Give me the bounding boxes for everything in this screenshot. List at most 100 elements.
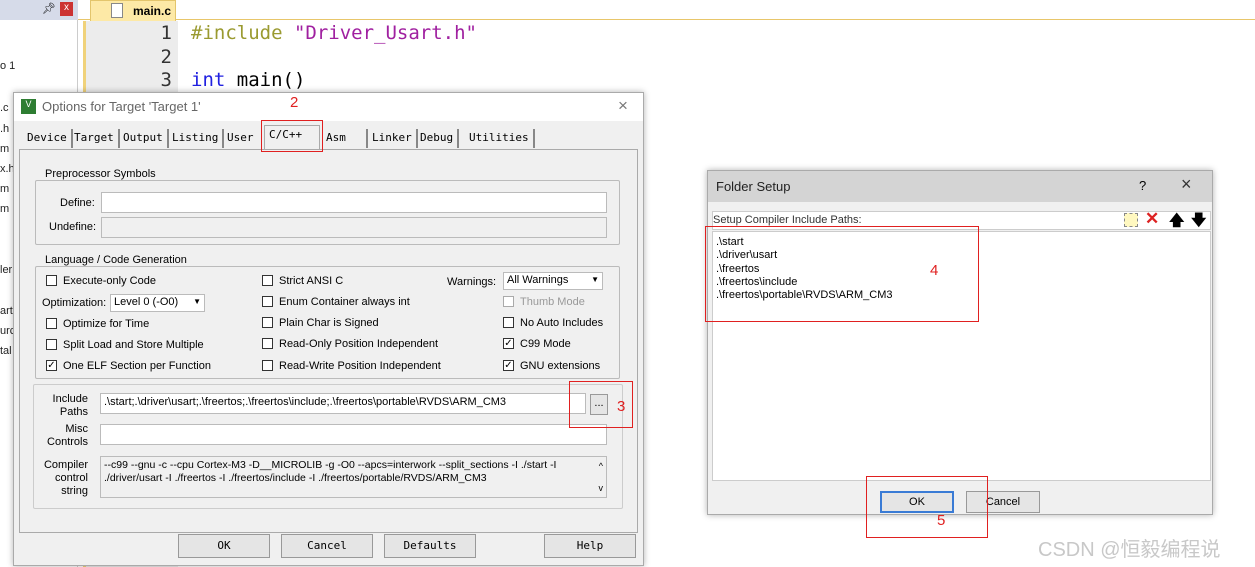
include-paths-input[interactable]: .\start;.\driver\usart;.\freertos;.\free…	[100, 393, 586, 414]
thumb-mode-checkbox	[503, 296, 514, 307]
code-text: main()	[225, 69, 306, 91]
scroll-down-icon[interactable]: v	[599, 482, 604, 495]
tab-listing[interactable]: Listing	[168, 129, 225, 148]
close-icon[interactable]: ×	[1181, 174, 1192, 195]
scroll-up-icon[interactable]: ^	[599, 460, 603, 473]
close-icon[interactable]: ×	[618, 96, 628, 116]
project-item[interactable]: o 1	[0, 60, 15, 72]
folder-list-label: Setup Compiler Include Paths:	[713, 214, 862, 226]
project-item[interactable]: ler	[0, 264, 12, 276]
code-line: int main()	[191, 69, 305, 91]
plain-char-label: Plain Char is Signed	[279, 317, 379, 329]
enum-container-label: Enum Container always int	[279, 296, 410, 308]
rw-pi-label: Read-Write Position Independent	[279, 360, 441, 372]
optimization-value: Level 0 (-O0)	[114, 296, 179, 308]
tab-linker[interactable]: Linker	[368, 129, 418, 148]
one-elf-label: One ELF Section per Function	[63, 360, 211, 372]
defaults-button[interactable]: Defaults	[384, 534, 476, 558]
tab-utilities[interactable]: Utilities	[465, 129, 535, 148]
split-load-label: Split Load and Store Multiple	[63, 339, 204, 351]
optimize-time-checkbox[interactable]	[46, 318, 57, 329]
tab-user[interactable]: User	[223, 129, 258, 148]
tab-target[interactable]: Target	[70, 129, 120, 148]
ccs-line: ./driver/usart -I ./freertos -I ./freert…	[104, 472, 487, 484]
execute-only-checkbox[interactable]	[46, 275, 57, 286]
define-label: Define:	[60, 197, 95, 209]
ccs-label-line: control	[54, 472, 88, 484]
gnu-extensions-checkbox[interactable]: ✓	[503, 360, 514, 371]
help-icon[interactable]: ?	[1139, 178, 1146, 193]
project-item[interactable]: .c	[0, 102, 9, 114]
enum-container-checkbox[interactable]	[262, 296, 273, 307]
editor-tab-label: main.c	[133, 4, 172, 18]
ccs-line: --c99 --gnu -c --cpu Cortex-M3 -D__MICRO…	[104, 459, 557, 471]
editor-tabbar	[78, 0, 1255, 20]
line-number: 2	[160, 46, 172, 68]
rw-pi-checkbox[interactable]	[262, 360, 273, 371]
project-item[interactable]: m	[0, 203, 9, 215]
define-input[interactable]	[101, 192, 607, 213]
misc-label-line: Misc	[65, 423, 88, 435]
project-item[interactable]: art	[0, 305, 13, 317]
execute-only-label: Execute-only Code	[63, 275, 156, 287]
preprocessor-keyword: #include	[191, 22, 283, 44]
string-literal: "Driver_Usart.h"	[293, 22, 477, 44]
language-group-label: Language / Code Generation	[42, 254, 190, 266]
ccs-label-line: Compiler	[43, 459, 88, 471]
warnings-select[interactable]: All Warnings ▼	[503, 272, 603, 290]
include-paths-label: Include Paths	[40, 393, 88, 419]
split-load-checkbox[interactable]	[46, 339, 57, 350]
misc-label-line: Controls	[47, 436, 88, 448]
undefine-label: Undefine:	[49, 221, 97, 233]
strict-ansi-label: Strict ANSI C	[279, 275, 344, 287]
help-button[interactable]: Help	[544, 534, 636, 558]
annotation-number-2: 2	[290, 94, 299, 111]
options-title: Options for Target 'Target 1'	[42, 99, 201, 114]
line-number: 3	[160, 69, 172, 91]
c99-mode-label: C99 Mode	[520, 338, 571, 350]
tab-asm[interactable]: Asm	[322, 129, 368, 148]
misc-controls-label: Misc Controls	[40, 423, 88, 449]
folder-setup-dialog: Folder Setup ? × Setup Compiler Include …	[707, 170, 1213, 515]
pin-icon[interactable]: 📌︎	[42, 2, 56, 15]
delete-icon[interactable]: ✕	[1145, 209, 1159, 229]
optimization-select[interactable]: Level 0 (-O0) ▼	[110, 294, 205, 312]
tab-output[interactable]: Output	[119, 129, 169, 148]
annotation-number-5: 5	[937, 512, 946, 529]
optimize-time-label: Optimize for Time	[63, 318, 150, 330]
watermark: CSDN @恒毅编程说	[1038, 539, 1221, 561]
line-number: 1	[160, 22, 172, 44]
project-item[interactable]: tal	[0, 345, 12, 357]
ccs-label-line: string	[61, 485, 88, 497]
folder-setup-title: Folder Setup	[716, 179, 791, 194]
close-icon[interactable]: x	[60, 2, 73, 16]
compiler-control-string: --c99 --gnu -c --cpu Cortex-M3 -D__MICRO…	[100, 456, 607, 498]
no-auto-includes-checkbox[interactable]	[503, 317, 514, 328]
c99-mode-checkbox[interactable]: ✓	[503, 338, 514, 349]
file-icon	[111, 3, 123, 18]
annotation-number-3: 3	[617, 398, 626, 415]
ro-pi-checkbox[interactable]	[262, 338, 273, 349]
project-item[interactable]: m	[0, 143, 9, 155]
plain-char-checkbox[interactable]	[262, 317, 273, 328]
ok-button[interactable]: OK	[178, 534, 270, 558]
one-elf-checkbox[interactable]: ✓	[46, 360, 57, 371]
keil-logo-icon: V	[21, 99, 36, 114]
cancel-button[interactable]: Cancel	[281, 534, 373, 558]
code-line: #include "Driver_Usart.h"	[191, 22, 477, 44]
misc-controls-input[interactable]	[100, 424, 607, 445]
project-item[interactable]: m	[0, 183, 9, 195]
tab-debug[interactable]: Debug	[416, 129, 460, 148]
strict-ansi-checkbox[interactable]	[262, 275, 273, 286]
preprocessor-group-label: Preprocessor Symbols	[42, 168, 159, 180]
warnings-value: All Warnings	[507, 274, 569, 286]
gnu-extensions-label: GNU extensions	[520, 360, 601, 372]
project-item[interactable]: .h	[0, 123, 9, 135]
new-folder-icon[interactable]	[1124, 213, 1138, 227]
compiler-control-label: Compiler control string	[40, 459, 88, 498]
tab-device[interactable]: Device	[23, 129, 73, 148]
annotation-number-4: 4	[930, 262, 939, 279]
include-label-line: Include	[52, 393, 88, 405]
type-keyword: int	[191, 69, 226, 91]
editor-tab-main-c[interactable]: main.c	[90, 0, 176, 21]
